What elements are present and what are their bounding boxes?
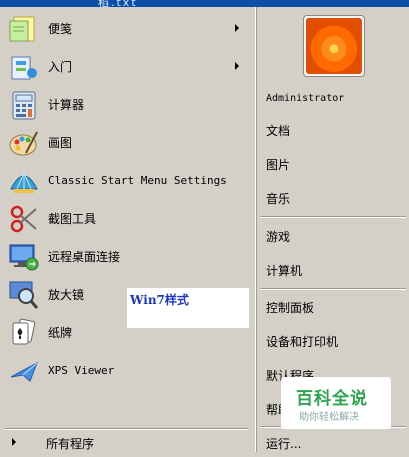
menu-item-label: XPS Viewer bbox=[48, 364, 115, 377]
menu-item-label: 画图 bbox=[48, 136, 73, 150]
shell-icon bbox=[8, 165, 40, 197]
annotation-text: Win7样式 bbox=[130, 293, 189, 307]
menu-item-label: 放大镜 bbox=[48, 288, 85, 302]
menu-item-classic-start-menu-settings[interactable]: Classic Start Menu Settings bbox=[0, 162, 252, 200]
menu-item-label: 纸牌 bbox=[48, 326, 73, 340]
menu-item-label: Classic Start Menu Settings bbox=[48, 174, 227, 187]
menu-item-snipping-tool[interactable]: 截图工具 bbox=[0, 200, 252, 238]
menu-item-getting-started[interactable]: 入门 bbox=[0, 48, 252, 86]
magnifier-icon bbox=[8, 279, 40, 311]
place-control-panel[interactable]: 控制面板 bbox=[266, 295, 314, 321]
pane-divider bbox=[255, 7, 256, 452]
place-games[interactable]: 游戏 bbox=[266, 224, 290, 250]
menu-item-label: 入门 bbox=[48, 60, 73, 74]
cards-icon bbox=[8, 317, 40, 349]
place-computer[interactable]: 计算机 bbox=[266, 258, 302, 284]
watermark-subtitle: 助你轻松解决 bbox=[299, 412, 359, 423]
submenu-arrow-icon bbox=[12, 438, 16, 446]
all-programs-label: 所有程序 bbox=[46, 437, 95, 451]
watermark-logo: 百科全说 助你轻松解决 bbox=[281, 377, 391, 429]
annotation-box: Win7样式 bbox=[127, 288, 249, 328]
menu-item-xps-viewer[interactable]: XPS Viewer bbox=[0, 352, 252, 390]
paint-palette-icon bbox=[8, 127, 40, 159]
place-run[interactable]: 运行... bbox=[266, 431, 301, 457]
user-avatar[interactable] bbox=[303, 15, 365, 77]
submenu-arrow-icon bbox=[235, 24, 239, 32]
place-pictures[interactable]: 图片 bbox=[266, 152, 290, 178]
menu-item-paint[interactable]: 画图 bbox=[0, 124, 252, 162]
calculator-icon bbox=[8, 89, 40, 121]
scissors-icon bbox=[8, 203, 40, 235]
place-music[interactable]: 音乐 bbox=[266, 186, 290, 212]
user-name-link[interactable]: Administrator bbox=[266, 86, 344, 112]
xps-viewer-icon bbox=[8, 355, 40, 387]
menu-item-remote-desktop[interactable]: 远程桌面连接 bbox=[0, 238, 252, 276]
menu-item-sticky-notes[interactable]: 便笺 bbox=[0, 10, 252, 48]
getting-started-icon bbox=[8, 51, 40, 83]
watermark-title: 百科全说 bbox=[296, 389, 368, 409]
remote-desktop-icon bbox=[8, 241, 40, 273]
window-title-strip: 稻.txt bbox=[0, 0, 409, 9]
menu-item-label: 远程桌面连接 bbox=[48, 250, 121, 264]
menu-separator bbox=[4, 428, 248, 430]
flower-picture-icon bbox=[306, 18, 362, 74]
place-devices-printers[interactable]: 设备和打印机 bbox=[266, 329, 338, 355]
place-documents[interactable]: 文档 bbox=[266, 118, 290, 144]
submenu-arrow-icon bbox=[235, 62, 239, 70]
all-programs-button[interactable]: 所有程序 bbox=[0, 432, 252, 452]
sticky-notes-icon bbox=[8, 13, 40, 45]
menu-item-calculator[interactable]: 计算器 bbox=[0, 86, 252, 124]
menu-item-label: 计算器 bbox=[48, 98, 85, 112]
menu-item-label: 截图工具 bbox=[48, 212, 97, 226]
menu-item-label: 便笺 bbox=[48, 22, 73, 36]
places-separator bbox=[260, 288, 406, 290]
places-separator bbox=[260, 216, 406, 218]
